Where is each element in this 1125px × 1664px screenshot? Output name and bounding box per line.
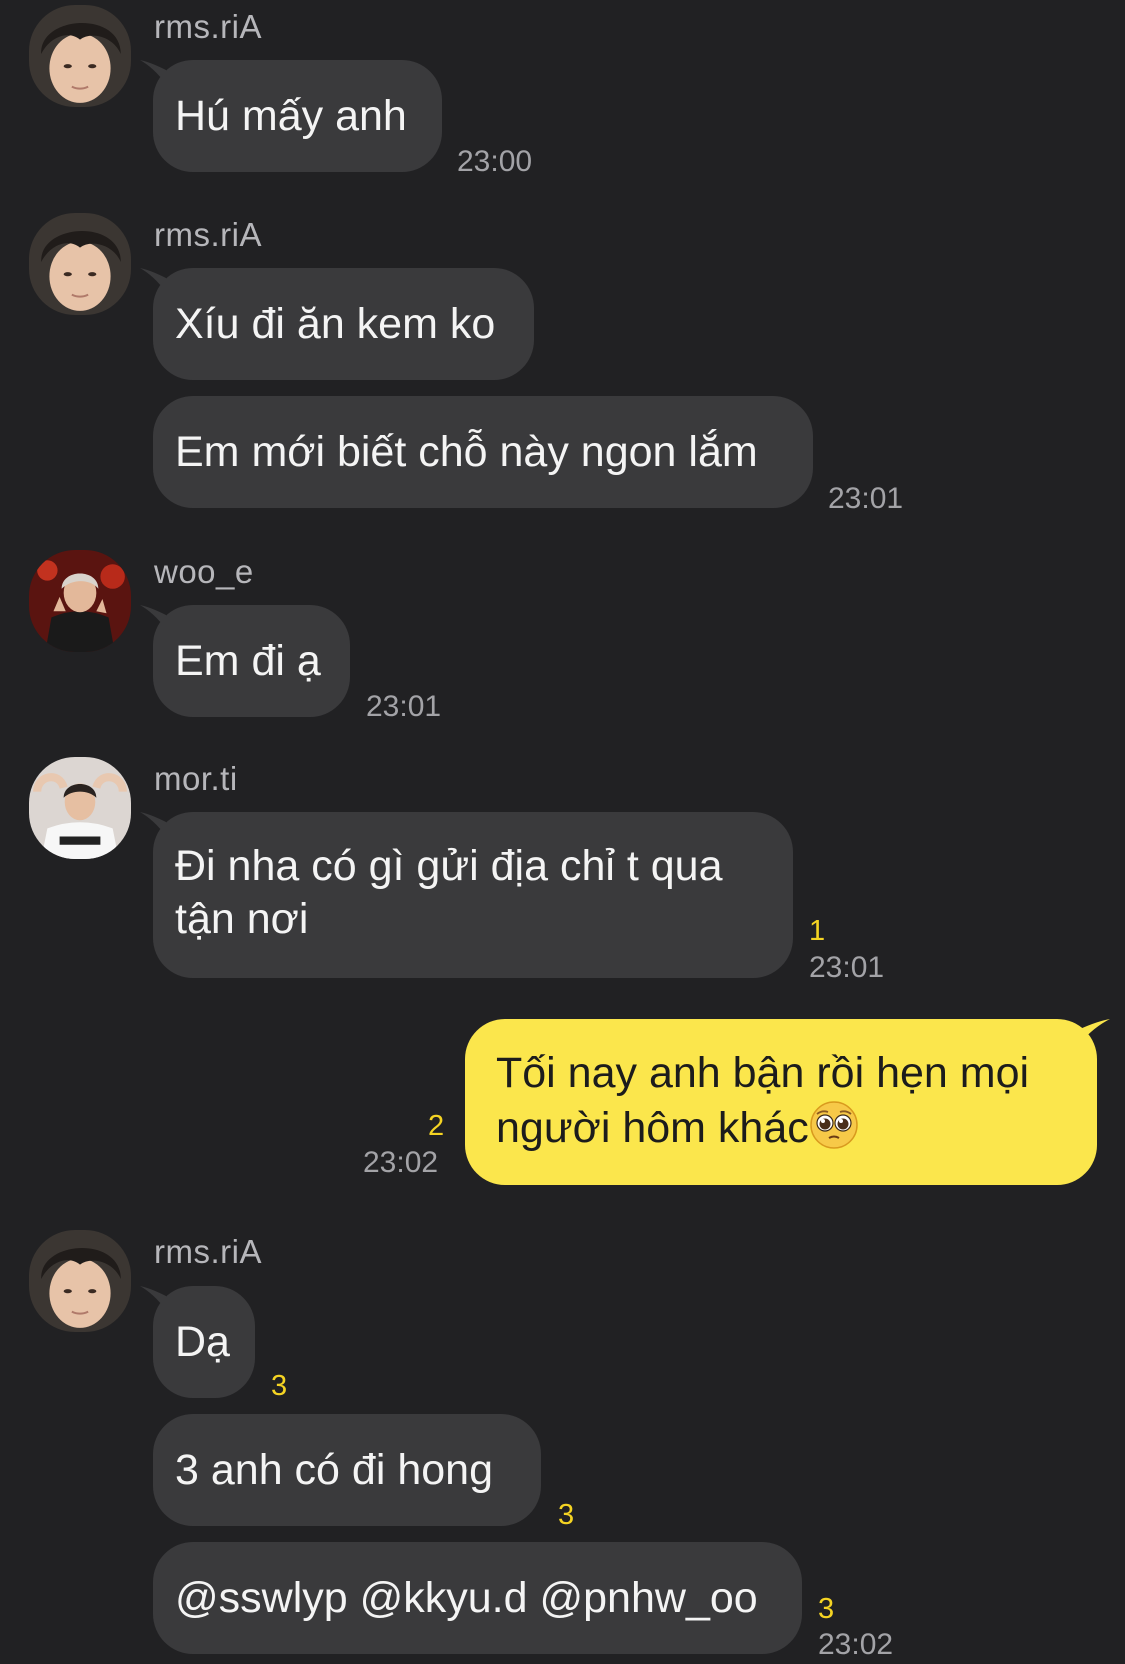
message-time: 23:01: [366, 690, 442, 723]
avatar-photo-icon: [29, 550, 131, 652]
message-bubble[interactable]: Em đi ạ: [153, 605, 350, 717]
message-bubble[interactable]: Đi nha có gì gửi địa chỉ t qua tận nơi: [153, 812, 793, 978]
message-time: 23:01: [809, 951, 885, 984]
message-text: @sswlyp @kkyu.d @pnhw_oo: [175, 1573, 758, 1622]
unread-count: 3: [818, 1593, 835, 1625]
avatar-woo-e[interactable]: [29, 550, 131, 652]
avatar-photo-icon: [29, 757, 131, 859]
sender-name: rms.riA: [154, 1233, 262, 1270]
message-text: 3 anh có đi hong: [175, 1445, 493, 1494]
sender-name: rms.riA: [154, 8, 262, 45]
message-time: 23:01: [828, 482, 904, 515]
avatar-rms-ria[interactable]: [29, 1230, 131, 1332]
sender-name: mor.ti: [154, 760, 238, 797]
message-text: Tối nay anh bận rồi hẹn mọi người hôm kh…: [496, 1049, 1030, 1152]
avatar-rms-ria[interactable]: [29, 213, 131, 315]
message-bubble[interactable]: 3 anh có đi hong: [153, 1414, 541, 1526]
unread-count: 3: [271, 1370, 288, 1402]
message-bubble[interactable]: Dạ: [153, 1286, 255, 1398]
message-time: 23:02: [818, 1628, 894, 1661]
message-text: Hú mấy anh: [175, 91, 407, 140]
avatar-photo-icon: [29, 5, 131, 107]
message-text: Xíu đi ăn kem ko: [175, 299, 496, 348]
message-bubble[interactable]: @sswlyp @kkyu.d @pnhw_oo: [153, 1542, 802, 1654]
unread-count: 2: [428, 1110, 445, 1142]
sender-name: woo_e: [154, 553, 254, 590]
message-text: Dạ: [175, 1317, 230, 1366]
avatar-photo-icon: [29, 213, 131, 315]
outgoing-message-bubble[interactable]: Tối nay anh bận rồi hẹn mọi người hôm kh…: [465, 1019, 1097, 1185]
message-text: Em mới biết chỗ này ngon lắm: [175, 427, 758, 476]
message-bubble[interactable]: Em mới biết chỗ này ngon lắm: [153, 396, 813, 508]
bubble-tail: [1080, 1019, 1110, 1043]
message-text: Đi nha có gì gửi địa chỉ t qua tận nơi: [175, 842, 723, 943]
avatar-photo-icon: [29, 1230, 131, 1332]
message-bubble[interactable]: Xíu đi ăn kem ko: [153, 268, 534, 380]
unread-count: 3: [558, 1499, 575, 1531]
message-bubble[interactable]: Hú mấy anh: [153, 60, 442, 172]
message-time: 23:00: [457, 145, 533, 178]
message-time: 23:02: [363, 1146, 439, 1179]
avatar-rms-ria[interactable]: [29, 5, 131, 107]
pleading-face-emoji-icon: [809, 1100, 859, 1150]
sender-name: rms.riA: [154, 216, 262, 253]
message-text: Em đi ạ: [175, 636, 321, 685]
unread-count: 1: [809, 915, 826, 947]
avatar-mor-ti[interactable]: [29, 757, 131, 859]
